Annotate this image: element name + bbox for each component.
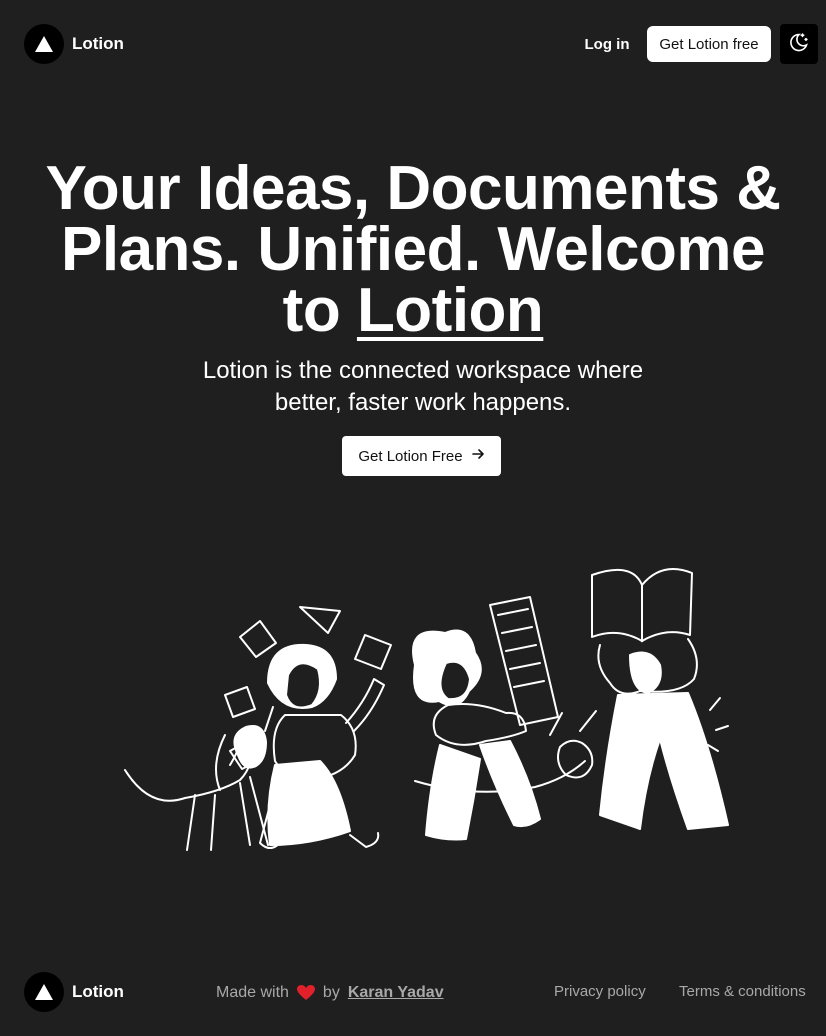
person-2-illustration xyxy=(412,596,597,841)
hero-title-line-1: Your Ideas, Documents & xyxy=(45,154,781,223)
get-lotion-free-button[interactable]: Get Lotion free xyxy=(647,26,771,62)
hero-illustration xyxy=(110,555,730,860)
footer-brand-name: Lotion xyxy=(72,982,124,1001)
moon-stars-icon xyxy=(788,31,810,58)
brand-name: Lotion xyxy=(72,34,124,53)
logo-triangle-icon xyxy=(24,972,64,1012)
terms-conditions-link[interactable]: Terms & conditions xyxy=(679,983,806,1000)
hero-title-line-2: Plans. Unified. Welcome xyxy=(61,215,765,284)
login-button[interactable]: Log in xyxy=(575,26,639,62)
cta-label: Get Lotion Free xyxy=(358,447,463,465)
hero-title: Your Ideas, Documents & Plans. Unified. … xyxy=(20,158,806,342)
theme-toggle-button[interactable] xyxy=(780,24,818,64)
hero-subtitle: Lotion is the connected workspace where … xyxy=(163,355,683,419)
hero-title-brand: Lotion xyxy=(356,276,544,345)
author-link[interactable]: Karan Yadav xyxy=(348,984,444,1002)
footer-brand-link[interactable]: Lotion xyxy=(24,972,124,1012)
hero-title-to: to xyxy=(282,276,341,345)
made-with-credit: Made with by Karan Yadav xyxy=(216,982,444,1004)
person-3-illustration xyxy=(591,568,729,830)
person-1-illustration xyxy=(259,643,385,849)
arrow-right-icon xyxy=(471,447,485,465)
brand-logo-link[interactable]: Lotion xyxy=(24,24,124,64)
privacy-policy-link[interactable]: Privacy policy xyxy=(554,983,646,1000)
logo-triangle-icon xyxy=(24,24,64,64)
by-text: by xyxy=(322,984,340,1001)
get-lotion-free-cta-button[interactable]: Get Lotion Free xyxy=(342,436,501,476)
heart-icon xyxy=(296,985,315,1001)
header: Lotion Log in Get Lotion free xyxy=(0,0,826,88)
hero-subtitle-line-1: Lotion is the connected workspace where xyxy=(202,357,644,384)
made-with-text: Made with xyxy=(216,984,289,1001)
dog-illustration xyxy=(124,706,274,851)
hero-subtitle-line-2: better, faster work happens. xyxy=(274,389,572,416)
